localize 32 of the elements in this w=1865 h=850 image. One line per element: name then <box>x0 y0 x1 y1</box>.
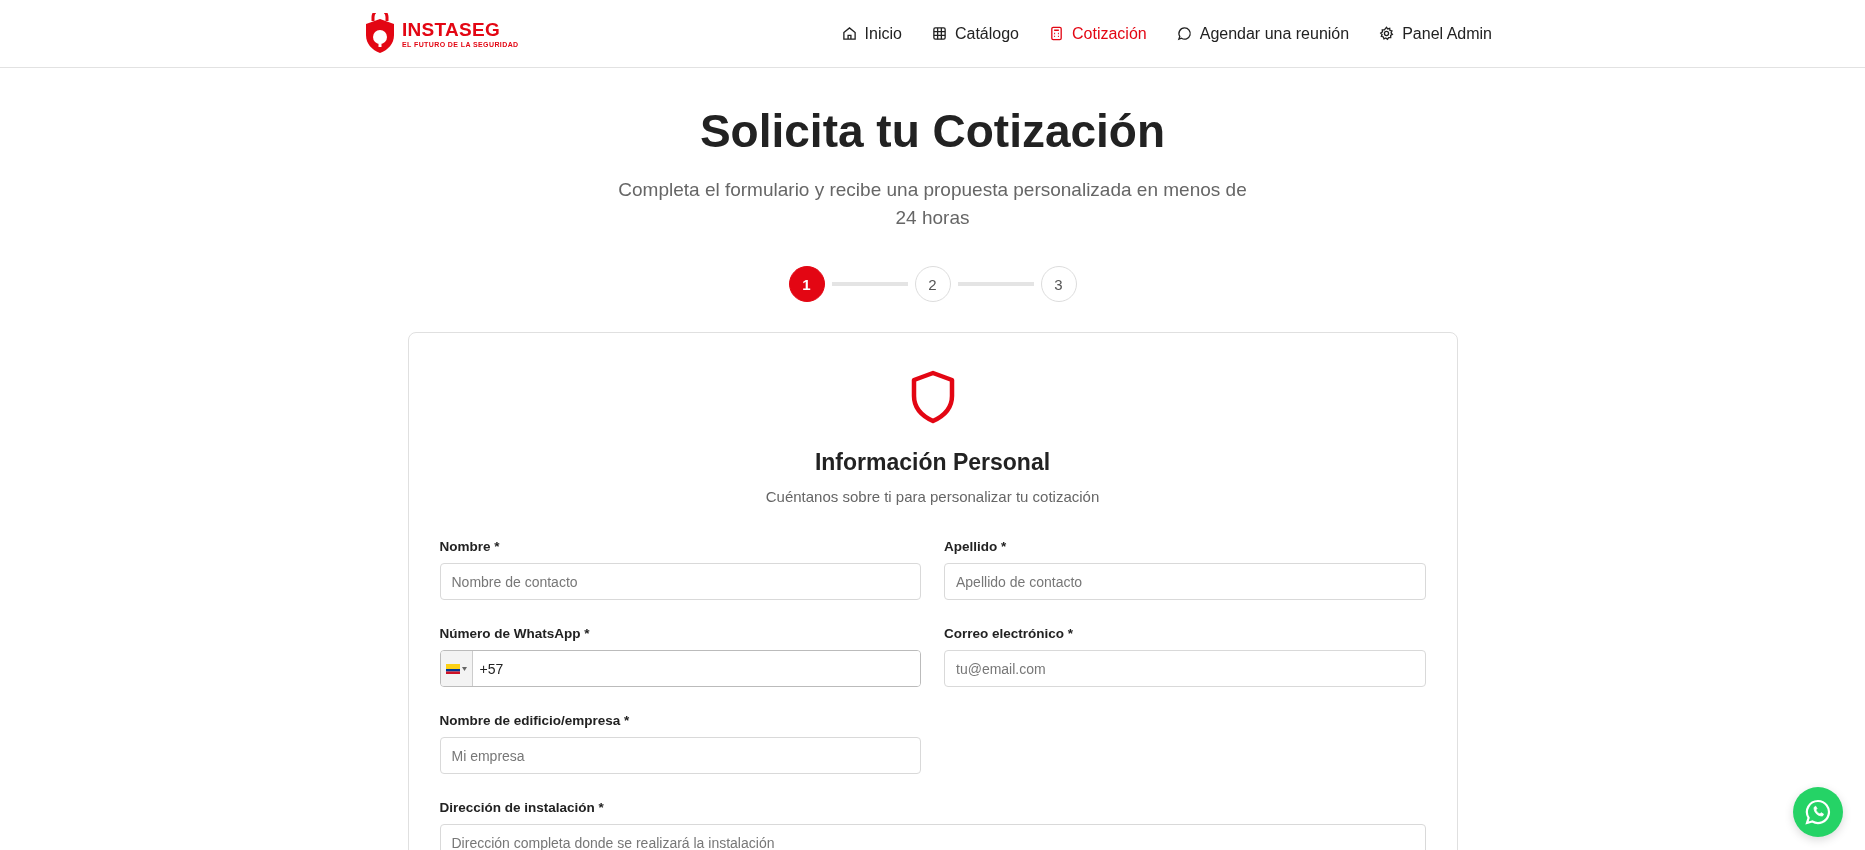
house-icon <box>841 26 857 41</box>
page-subtitle: Completa el formulario y recibe una propuesta personalizada en menos de 24 horas <box>617 178 1248 230</box>
logo-name: INSTASEG <box>402 19 502 39</box>
nav-link[interactable]: Agendar una reunión <box>1176 24 1350 43</box>
nav-link[interactable]: Inicio <box>841 24 902 43</box>
field-label: Apellido * <box>944 539 1008 554</box>
page-title: Solicita tu Cotización <box>699 104 1166 158</box>
grid-icon <box>931 26 947 41</box>
text-input-field[interactable]: Dirección completa donde se realizará la instalación <box>439 824 1426 850</box>
step-indicator: 1 <box>788 266 825 302</box>
nav-link[interactable]: Panel Admin <box>1379 24 1492 43</box>
section-subtitle: Cuéntanos sobre ti para personalizar tu cotización <box>765 488 1100 505</box>
calculator-icon <box>1049 26 1064 41</box>
nav-link[interactable]: Cotización <box>1049 24 1147 43</box>
gear-icon <box>1379 26 1395 41</box>
field-label: Nombre * <box>439 539 501 554</box>
field-label: Nombre de edificio/empresa * <box>439 713 631 728</box>
caret-icon <box>461 666 467 671</box>
text-input-field[interactable]: tu@email.com <box>944 650 1426 687</box>
speech-bubble-icon <box>1176 26 1192 41</box>
field-label: Dirección de instalación * <box>439 800 605 815</box>
field-label: Número de WhatsApp * <box>439 626 591 641</box>
nav-link[interactable]: Catálogo <box>931 24 1019 43</box>
text-input-field[interactable]: Nombre de contacto <box>439 563 921 600</box>
phone-bubble-icon <box>1804 798 1832 826</box>
section-title: Información Personal <box>814 449 1051 476</box>
field-label: Correo electrónico * <box>944 626 1075 641</box>
country-selector[interactable] <box>440 651 473 686</box>
flag-icon <box>445 663 460 674</box>
phone-input-field[interactable]: +57 <box>439 650 921 687</box>
text-input-field[interactable]: Mi empresa <box>439 737 921 774</box>
text-input-field[interactable]: Apellido de contacto <box>944 563 1426 600</box>
